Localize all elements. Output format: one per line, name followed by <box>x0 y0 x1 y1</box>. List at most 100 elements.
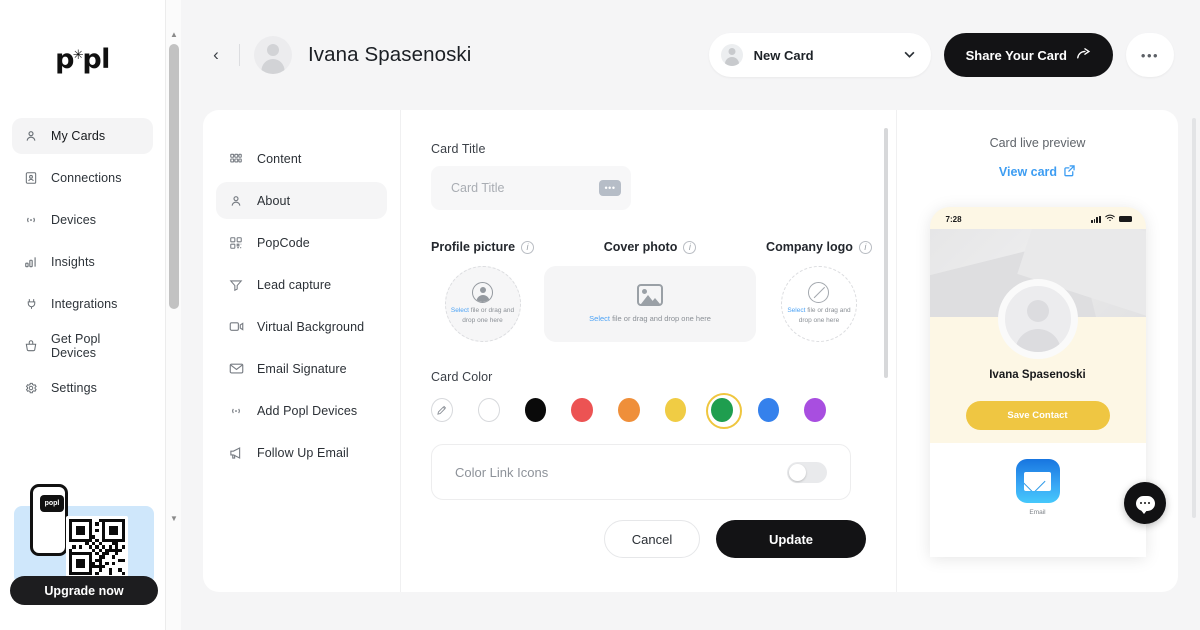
hint-rest: file or drag and drop one here <box>462 307 515 324</box>
top-bar: ‹ Ivana Spasenoski New Card Share Your C… <box>181 0 1200 110</box>
tab-popcode[interactable]: PopCode <box>216 224 387 261</box>
profile-picture-group: Profile picture i Select file or drag an… <box>431 240 535 342</box>
sidebar-item-my-cards[interactable]: My Cards <box>12 118 153 154</box>
card-color-section: Card Color <box>431 370 851 429</box>
tab-label: Email Signature <box>257 361 347 376</box>
share-your-card-button[interactable]: Share Your Card <box>943 33 1113 77</box>
profile-picture-dropzone[interactable]: Select file or drag and drop one here <box>444 266 521 342</box>
megaphone-icon <box>228 445 244 461</box>
tab-add-popl-devices[interactable]: Add Popl Devices <box>216 392 387 429</box>
sidebar-scrollbar[interactable]: ▲ ▼ <box>165 0 181 630</box>
card-title-input[interactable]: Card Title ••• <box>431 166 631 210</box>
sidebar-item-label: Insights <box>51 255 95 269</box>
color-swatch-white[interactable] <box>477 398 500 422</box>
color-swatch-blue[interactable] <box>757 398 780 422</box>
chat-bubble-icon[interactable] <box>1124 482 1166 524</box>
sidebar-item-insights[interactable]: Insights <box>12 244 153 280</box>
color-link-icons-row: Color Link Icons <box>431 444 851 500</box>
plug-icon <box>23 296 39 312</box>
info-icon[interactable]: i <box>683 240 697 254</box>
card-title-placeholder: Card Title <box>451 181 505 195</box>
toggle-knob <box>789 463 806 481</box>
sidebar-item-label: Integrations <box>51 297 118 311</box>
color-swatch-red[interactable] <box>571 398 593 422</box>
color-swatch-black[interactable] <box>524 398 547 422</box>
sidebar-item-label: Connections <box>51 171 122 185</box>
tab-label: Content <box>257 151 302 166</box>
dropzone-hint: Select file or drag and drop one here <box>446 306 520 326</box>
status-time: 7:28 <box>945 214 962 224</box>
grid-icon <box>228 151 244 167</box>
card-title-badge[interactable]: ••• <box>599 180 621 196</box>
cover-photo-dropzone[interactable]: Select file or drag and drop one here <box>544 266 757 342</box>
chevron-left-icon[interactable]: ‹ <box>203 42 229 68</box>
tab-email-signature[interactable]: Email Signature <box>216 350 387 387</box>
color-swatch-yellow[interactable] <box>664 398 687 422</box>
more-options-button[interactable]: ••• <box>1126 33 1174 77</box>
color-swatch-list <box>431 393 851 429</box>
company-logo-dropzone[interactable]: Select file or drag and drop one here <box>780 266 857 342</box>
tab-content[interactable]: Content <box>216 140 387 177</box>
links-section: Email <box>929 443 1146 557</box>
media-uploads-row: Profile picture i Select file or drag an… <box>431 240 872 342</box>
no-logo-icon <box>808 282 830 304</box>
update-button[interactable]: Update <box>716 520 866 558</box>
preview-profile-name: Ivana Spasenoski <box>989 369 1086 381</box>
select-link[interactable]: Select <box>589 314 610 323</box>
card-selector-dropdown[interactable]: New Card <box>708 33 931 77</box>
tab-follow-up-email[interactable]: Follow Up Email <box>216 434 387 471</box>
scroll-down-arrow-icon[interactable]: ▼ <box>166 510 182 526</box>
battery-icon <box>1118 215 1132 223</box>
sidebar-item-integrations[interactable]: Integrations <box>12 286 153 322</box>
app-root: p ✳ pl My Cards Connections Devices Insi… <box>0 0 1200 630</box>
basket-icon <box>23 338 39 354</box>
card-sub-nav: Content About PopCode Lead capture Virtu… <box>203 110 400 592</box>
color-swatch-green[interactable] <box>706 393 742 429</box>
sidebar-item-settings[interactable]: Settings <box>12 370 153 406</box>
sidebar-item-devices[interactable]: Devices <box>12 202 153 238</box>
profile-picture-label: Profile picture i <box>431 240 535 254</box>
color-swatch-orange[interactable] <box>617 398 640 422</box>
scrollbar-thumb[interactable] <box>884 128 888 378</box>
sidebar-item-label: Devices <box>51 213 97 227</box>
color-swatch-purple[interactable] <box>804 398 827 422</box>
page-scrollbar[interactable] <box>1192 118 1196 518</box>
form-scrollbar[interactable] <box>884 128 888 482</box>
info-icon[interactable]: i <box>521 240 535 254</box>
hint-rest: file or drag and drop one here <box>798 307 851 324</box>
tab-virtual-background[interactable]: Virtual Background <box>216 308 387 345</box>
card-color-label: Card Color <box>431 370 493 384</box>
avatar <box>254 36 292 74</box>
scrollbar-thumb[interactable] <box>169 44 179 309</box>
cancel-button[interactable]: Cancel <box>604 520 700 558</box>
label-text: Profile picture <box>431 240 516 254</box>
color-swatch-custom-color-picker[interactable] <box>431 398 453 422</box>
nfc-icon <box>23 212 39 228</box>
view-card-link[interactable]: View card <box>897 164 1178 180</box>
sidebar-item-get-popl-devices[interactable]: Get Popl Devices <box>12 328 153 364</box>
select-link[interactable]: Select <box>787 307 805 314</box>
tab-about[interactable]: About <box>216 182 387 219</box>
tab-label: About <box>257 193 291 208</box>
sidebar-item-connections[interactable]: Connections <box>12 160 153 196</box>
view-card-label: View card <box>998 165 1058 179</box>
card-live-preview-panel: Card live preview View card 7:28 Ivana S… <box>896 110 1178 592</box>
label-text: Company logo <box>766 240 853 254</box>
info-icon[interactable]: i <box>858 240 872 254</box>
person-icon <box>23 128 39 144</box>
dropzone-hint: Select file or drag and drop one here <box>782 306 856 326</box>
qr-code-icon <box>228 235 244 251</box>
top-bar-actions: New Card Share Your Card ••• <box>708 33 1174 77</box>
email-app-icon[interactable] <box>1015 459 1060 503</box>
save-contact-button[interactable]: Save Contact <box>965 401 1110 430</box>
scroll-up-arrow-icon[interactable]: ▲ <box>166 26 182 42</box>
person-icon <box>228 193 244 209</box>
upgrade-now-button[interactable]: Upgrade now <box>10 576 158 605</box>
share-arrow-icon <box>1076 47 1091 63</box>
envelope-icon <box>228 361 244 377</box>
color-link-icons-toggle[interactable] <box>787 461 827 483</box>
chevron-down-icon <box>904 50 915 61</box>
select-link[interactable]: Select <box>451 307 469 314</box>
tab-lead-capture[interactable]: Lead capture <box>216 266 387 303</box>
company-logo-group: Company logo i Select file or drag and d… <box>766 240 872 342</box>
